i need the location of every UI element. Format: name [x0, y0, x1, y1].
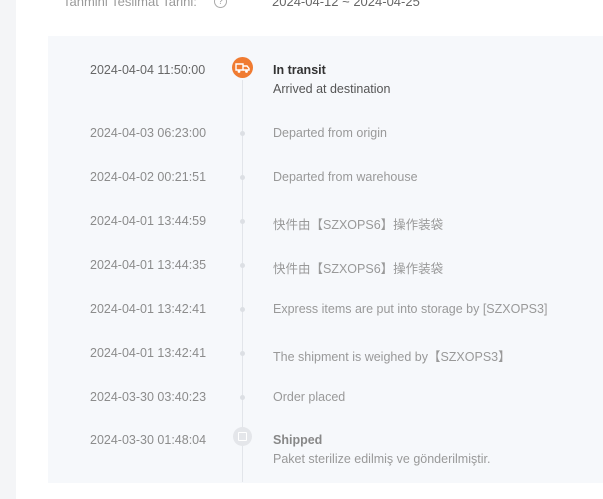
event-description: Departed from warehouse	[273, 170, 418, 184]
event-title: Shipped	[273, 433, 323, 447]
event-description: The shipment is weighed by【SZXOPS3】	[273, 350, 511, 364]
event-description: 快件由【SZXOPS6】操作装袋	[273, 218, 444, 232]
timeline-dot	[240, 263, 245, 268]
package-icon	[233, 427, 252, 446]
tracking-event: 2024-04-01 13:42:41 Express items are pu…	[0, 302, 603, 342]
truck-icon	[232, 57, 253, 78]
event-time: 2024-04-01 13:44:59	[90, 214, 207, 228]
estimated-delivery-value: 2024-04-12 ~ 2024-04-25	[272, 0, 420, 9]
event-time: 2024-04-02 00:21:51	[90, 170, 207, 184]
tracking-event: 2024-04-04 11:50:00 In transit Arrived a…	[0, 57, 603, 103]
estimated-delivery-label: Tahmini Teslimat Tarihi:	[63, 0, 197, 9]
event-time: 2024-04-01 13:42:41	[90, 346, 207, 360]
tracking-event: 2024-04-01 13:44:59 快件由【SZXOPS6】操作装袋	[0, 214, 603, 254]
tracking-event: 2024-03-30 01:48:04 Shipped Paket steril…	[0, 427, 603, 473]
event-title: In transit	[273, 63, 326, 77]
event-description: Express items are put into storage by [S…	[273, 302, 548, 316]
event-time: 2024-03-30 01:48:04	[90, 433, 207, 447]
tracking-event: 2024-04-01 13:44:35 快件由【SZXOPS6】操作装袋	[0, 258, 603, 298]
timeline-dot	[240, 395, 245, 400]
event-time: 2024-04-01 13:42:41	[90, 302, 207, 316]
tracking-event: 2024-04-03 06:23:00 Departed from origin	[0, 126, 603, 166]
tracking-event: 2024-04-02 00:21:51 Departed from wareho…	[0, 170, 603, 210]
timeline-dot	[240, 175, 245, 180]
tracking-event: 2024-04-01 13:42:41 The shipment is weig…	[0, 346, 603, 386]
tracking-event: 2024-03-30 03:40:23 Order placed	[0, 390, 603, 430]
event-description: 快件由【SZXOPS6】操作装袋	[273, 262, 444, 276]
event-time: 2024-04-04 11:50:00	[90, 63, 206, 77]
event-time: 2024-04-03 06:23:00	[90, 126, 207, 140]
event-description: Departed from origin	[273, 126, 387, 140]
event-description: Arrived at destination	[273, 82, 391, 96]
event-description: Paket sterilize edilmiş ve gönderilmişti…	[273, 452, 491, 466]
timeline-dot	[240, 131, 245, 136]
timeline-dot	[240, 307, 245, 312]
event-time: 2024-04-01 13:44:35	[90, 258, 207, 272]
event-description: Order placed	[273, 390, 346, 404]
timeline-dot	[240, 351, 245, 356]
timeline-dot	[240, 219, 245, 224]
event-time: 2024-03-30 03:40:23	[90, 390, 207, 404]
